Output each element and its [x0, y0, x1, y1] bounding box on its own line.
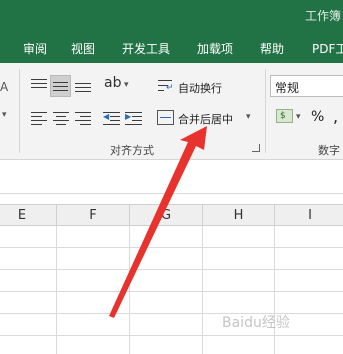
column-line: [129, 226, 130, 354]
number-format-select[interactable]: 常规: [270, 75, 343, 97]
excel-window: 工作簿 审阅 视图 开发工具 加载项 帮助 PDF工 A ▾ ab ▾ ◀ ▶ …: [0, 0, 343, 354]
column-line: [202, 226, 203, 354]
tab-help[interactable]: 帮助: [260, 40, 284, 57]
dialog-launcher-icon[interactable]: [252, 144, 260, 152]
column-header-e[interactable]: E: [3, 205, 41, 227]
column-line: [274, 226, 275, 354]
align-middle-button[interactable]: [50, 75, 71, 97]
tab-pdf-tools[interactable]: PDF工: [312, 40, 343, 57]
percent-style-button[interactable]: %: [311, 109, 324, 125]
chevron-down-icon[interactable]: ▾: [124, 80, 129, 90]
increase-indent-icon[interactable]: ▶: [125, 111, 142, 125]
comma-style-button[interactable]: ,: [333, 107, 338, 126]
align-left-icon[interactable]: [31, 111, 47, 125]
wrap-text-button[interactable]: 自动换行: [178, 80, 222, 96]
formula-bar-area: [0, 160, 343, 208]
alignment-group-label: 对齐方式: [110, 144, 154, 157]
wrap-text-icon[interactable]: ↵: [158, 78, 174, 94]
orientation-icon[interactable]: ab: [104, 75, 121, 91]
column-header-i[interactable]: I: [275, 205, 343, 227]
column-line: [56, 226, 57, 354]
ribbon-tabs: 审阅 视图 开发工具 加载项 帮助 PDF工: [0, 33, 343, 63]
tab-review[interactable]: 审阅: [23, 40, 47, 57]
cell-grid[interactable]: [0, 226, 343, 354]
row-line: [0, 291, 343, 292]
column-header-h[interactable]: H: [203, 205, 274, 227]
tab-view[interactable]: 视图: [71, 40, 95, 57]
tab-developer[interactable]: 开发工具: [122, 40, 170, 57]
number-group-label: 数字: [318, 144, 340, 157]
chevron-down-icon[interactable]: ▾: [246, 112, 251, 122]
ribbon: A ▾ ab ▾ ◀ ▶ ↵ 自动换行 合并后居中 ▾ 对齐方式 常规 $ ▾ …: [0, 63, 343, 160]
align-center-icon[interactable]: [53, 111, 69, 125]
window-title: 工作簿: [305, 9, 342, 23]
merge-center-button[interactable]: 合并后居中: [178, 111, 233, 127]
row-line: [0, 269, 343, 270]
align-bottom-icon[interactable]: [75, 79, 91, 93]
column-header-bar: E F G H I: [0, 204, 343, 227]
align-top-icon[interactable]: [31, 79, 47, 93]
group-divider: [19, 69, 20, 153]
row-line: [0, 335, 343, 336]
group-divider: [265, 69, 266, 153]
chevron-down-icon[interactable]: ▾: [2, 110, 7, 120]
column-header-f[interactable]: F: [57, 205, 129, 227]
align-right-icon[interactable]: [75, 111, 91, 125]
column-header-g[interactable]: G: [130, 205, 202, 227]
tab-addins[interactable]: 加载项: [197, 40, 233, 57]
title-bar: 工作簿: [0, 0, 343, 33]
currency-format-icon[interactable]: $: [276, 109, 293, 123]
watermark: Baidu经验: [222, 315, 290, 331]
decrease-indent-icon[interactable]: ◀: [103, 111, 120, 125]
row-line: [0, 247, 343, 248]
divider: [0, 193, 343, 194]
merge-center-icon[interactable]: [157, 110, 174, 125]
number-format-value: 常规: [275, 81, 300, 95]
chevron-down-icon[interactable]: ▾: [296, 112, 301, 122]
font-size-partial-icon[interactable]: A: [0, 80, 8, 94]
row-line: [0, 313, 343, 314]
